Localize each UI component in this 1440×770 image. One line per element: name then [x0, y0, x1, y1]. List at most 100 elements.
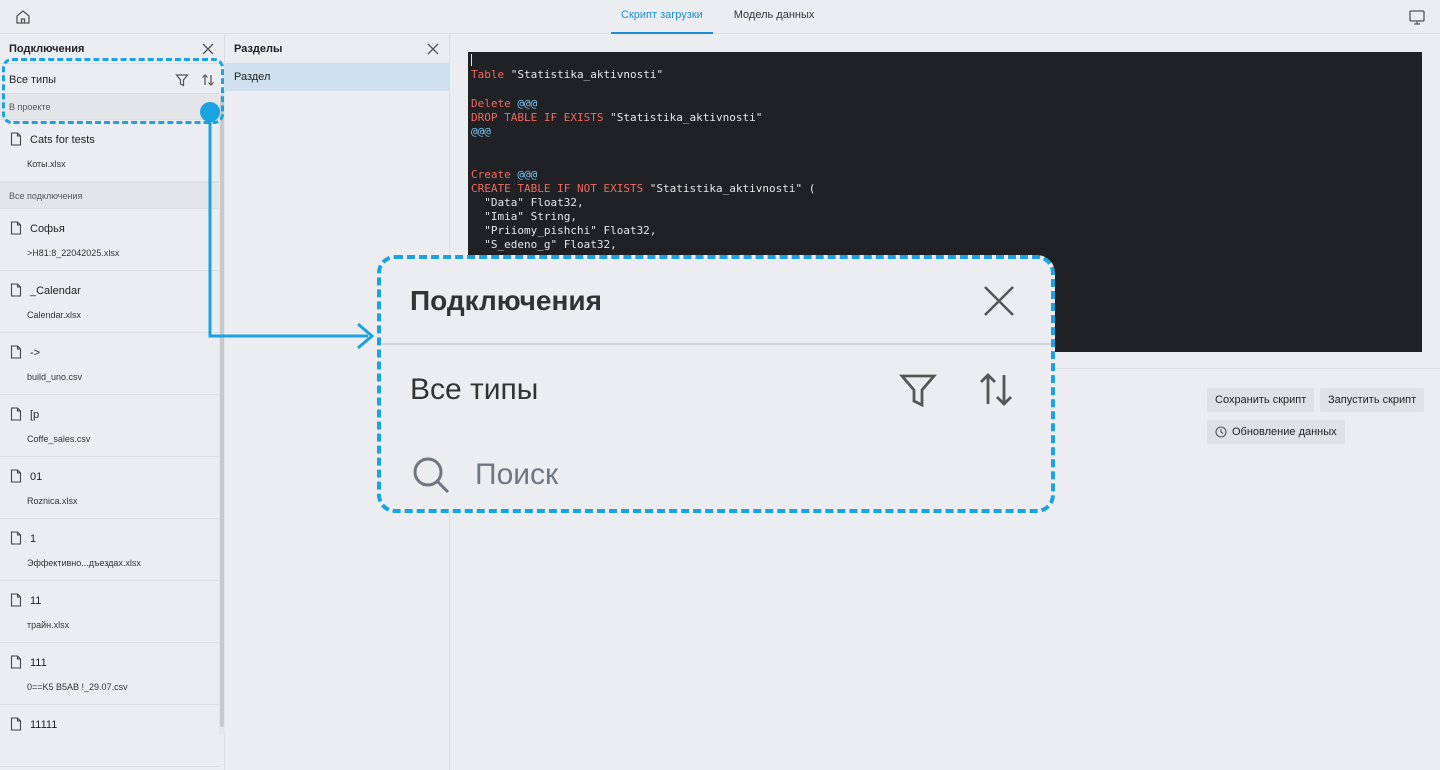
- code-token: "Statistika_aktivnosti": [603, 110, 763, 124]
- code-line: [468, 54, 1422, 68]
- connection-file: build_uno.csv: [27, 372, 83, 382]
- connection-item[interactable]: [p Coffe_sales.csv: [0, 395, 220, 457]
- file-icon: [10, 531, 22, 548]
- connection-name: [p: [30, 409, 40, 421]
- connection-item[interactable]: 1 Эффективно...дъездах.xlsx: [0, 519, 220, 581]
- connection-name: Cats for tests: [30, 134, 95, 146]
- code-token: Delete: [471, 96, 511, 110]
- file-icon: [10, 345, 22, 362]
- zoom-search-placeholder: Поиск: [475, 458, 559, 491]
- scrollbar-thumb[interactable]: [220, 95, 224, 727]
- connection-name: 01: [30, 471, 43, 483]
- connection-name: 1: [30, 533, 37, 545]
- file-icon: [10, 283, 22, 300]
- code-token: "Imia" String,: [471, 210, 577, 224]
- connection-name: Софья: [30, 223, 65, 235]
- code-line: @@@: [468, 125, 1422, 139]
- connection-file: Roznica.xlsx: [27, 496, 78, 506]
- save-script-button[interactable]: Сохранить скрипт: [1207, 388, 1315, 412]
- connection-item[interactable]: Cats for tests Коты.xlsx: [0, 120, 220, 182]
- file-icon: [10, 717, 22, 734]
- connection-item[interactable]: 11 трайн.xlsx: [0, 581, 220, 643]
- run-script-button[interactable]: Запустить скрипт: [1320, 388, 1425, 412]
- connection-file: 0==K5 B5AB !_29.07.csv: [27, 682, 128, 692]
- file-icon: [10, 655, 22, 672]
- tab-load-script[interactable]: Скрипт загрузки: [611, 0, 713, 34]
- connection-file: >H81:8_22042025.xlsx: [27, 248, 120, 258]
- zoom-callout: Подключения Все типы Поиск: [377, 255, 1055, 513]
- section-item[interactable]: Раздел: [225, 63, 449, 91]
- code-line: DROP TABLE IF EXISTS "Statistika_aktivno…: [468, 111, 1422, 125]
- code-token: "Statistika_aktivnosti": [504, 68, 664, 82]
- code-line: Table "Statistika_aktivnosti": [468, 68, 1422, 82]
- connection-file: трайн.xlsx: [27, 620, 70, 630]
- code-token: @@@: [471, 124, 491, 138]
- connection-name: _Calendar: [30, 285, 81, 297]
- connection-item[interactable]: 11111: [0, 705, 220, 767]
- connection-name: 111: [30, 657, 47, 669]
- close-icon[interactable]: [202, 43, 214, 55]
- update-data-label: Обновление данных: [1232, 426, 1337, 438]
- tab-data-model[interactable]: Модель данных: [724, 0, 825, 34]
- connection-item[interactable]: _Calendar Calendar.xlsx: [0, 271, 220, 333]
- zoom-type-filter: Все типы: [410, 373, 539, 406]
- code-token: Table: [471, 68, 505, 82]
- connection-item[interactable]: 111 0==K5 B5AB !_29.07.csv: [0, 643, 220, 705]
- connection-name: 11111: [30, 719, 58, 731]
- file-icon: [10, 221, 22, 238]
- code-line: "Imia" String,: [468, 210, 1422, 224]
- code-line: Delete @@@: [468, 97, 1422, 111]
- connection-file: Coffe_sales.csv: [27, 434, 91, 444]
- file-icon: [10, 407, 22, 424]
- sort-icon: [980, 373, 1012, 406]
- code-token: "S_edeno_g" Float32,: [471, 238, 617, 252]
- search-icon: [413, 457, 450, 494]
- connection-item[interactable]: 01 Roznica.xlsx: [0, 457, 220, 519]
- sections-header: Разделы: [225, 35, 449, 63]
- connection-file: Коты.xlsx: [27, 159, 66, 169]
- code-line: "Priiomy_pishchi" Float32,: [468, 224, 1422, 238]
- close-icon[interactable]: [427, 43, 439, 55]
- zoom-header: Подключения: [381, 259, 1051, 345]
- code-line: "Data" Float32,: [468, 196, 1422, 210]
- highlight-frame: [2, 58, 224, 124]
- code-token: Create: [471, 167, 511, 181]
- file-icon: [10, 132, 22, 149]
- connection-file: Эффективно...дъездах.xlsx: [27, 558, 141, 568]
- code-line: CREATE TABLE IF NOT EXISTS "Statistika_a…: [468, 182, 1422, 196]
- code-token: DROP TABLE IF EXISTS: [471, 110, 604, 124]
- code-token: @@@: [517, 96, 538, 110]
- connection-name: 11: [30, 595, 42, 607]
- code-line: "S_edeno_g" Float32,: [468, 238, 1422, 252]
- clock-icon: [1215, 426, 1227, 438]
- code-token: "Data" Float32,: [471, 195, 584, 209]
- top-bar: Скрипт загрузки Модель данных: [0, 0, 1440, 34]
- home-icon[interactable]: [14, 8, 32, 26]
- code-line: Create @@@: [468, 168, 1422, 182]
- main-tabs: Скрипт загрузки Модель данных: [611, 0, 835, 34]
- code-token: "Priiomy_pishchi" Float32,: [471, 224, 657, 238]
- zoom-search-row: Поиск: [381, 435, 1051, 509]
- close-icon: [984, 286, 1014, 316]
- group-header: Все подключения: [0, 182, 220, 209]
- code-token: CREATE TABLE IF NOT EXISTS: [471, 181, 644, 195]
- monitor-icon[interactable]: [1408, 8, 1426, 26]
- file-icon: [10, 469, 22, 486]
- text-cursor: [471, 54, 472, 66]
- zoom-type-filter-row: Все типы: [381, 345, 1051, 435]
- connection-file: Calendar.xlsx: [27, 310, 82, 320]
- sections-title: Разделы: [234, 43, 283, 55]
- connections-title: Подключения: [9, 43, 85, 55]
- file-icon: [10, 593, 22, 610]
- connections-list: В проекте Cats for tests Коты.xlsx Все подк…: [0, 93, 220, 767]
- connection-name: ->: [30, 347, 41, 359]
- connection-item[interactable]: -> build_uno.csv: [0, 333, 220, 395]
- filter-icon: [899, 374, 937, 408]
- connection-item[interactable]: Софья >H81:8_22042025.xlsx: [0, 209, 220, 271]
- update-data-button[interactable]: Обновление данных: [1207, 420, 1345, 444]
- code-token: @@@: [517, 167, 538, 181]
- callout-dot: [200, 102, 220, 122]
